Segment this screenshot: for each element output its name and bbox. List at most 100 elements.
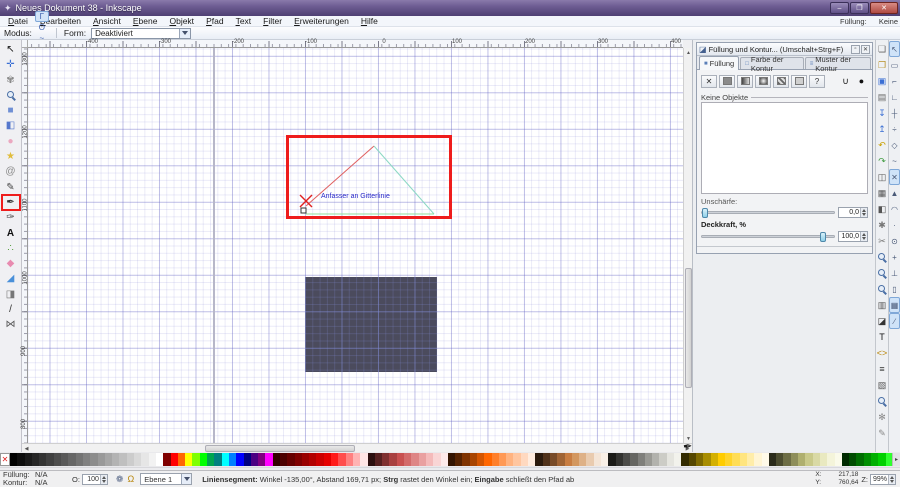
palette-swatch[interactable] bbox=[768, 453, 777, 466]
ellipse-tool-icon[interactable]: ● bbox=[2, 134, 20, 149]
status-style-indicator[interactable]: Füllung: N/A Kontur: N/A bbox=[0, 471, 72, 487]
palette-swatch[interactable] bbox=[17, 453, 25, 466]
palette-swatch[interactable] bbox=[790, 453, 799, 466]
palette-swatch[interactable] bbox=[732, 453, 740, 466]
palette-swatch[interactable] bbox=[659, 453, 667, 466]
snap-text-baseline-icon[interactable]: ⊥ bbox=[889, 265, 900, 281]
snap-paths-icon[interactable]: ~ bbox=[889, 153, 900, 169]
palette-swatch[interactable] bbox=[637, 453, 645, 466]
palette-swatch[interactable] bbox=[666, 453, 675, 466]
palette-swatch[interactable] bbox=[601, 453, 609, 466]
palette-swatch[interactable] bbox=[104, 453, 113, 466]
palette-swatch[interactable] bbox=[331, 453, 339, 466]
palette-swatch[interactable] bbox=[827, 453, 835, 466]
spray-tool-icon[interactable]: ∴ bbox=[2, 241, 20, 256]
palette-swatch[interactable] bbox=[345, 453, 353, 466]
document-properties-icon[interactable]: ▥ bbox=[876, 297, 889, 313]
palette-swatch[interactable] bbox=[352, 453, 361, 466]
palette-swatch[interactable] bbox=[557, 453, 565, 466]
layer-lock-icon[interactable]: Ω bbox=[127, 474, 134, 484]
palette-swatch[interactable] bbox=[338, 453, 346, 466]
unknown-paint-icon[interactable]: ? bbox=[809, 74, 825, 88]
tab-muster-der-kontur[interactable]: ≡ Muster der Kontur bbox=[804, 55, 871, 73]
palette-swatch[interactable] bbox=[404, 453, 412, 466]
snap-page-border-icon[interactable]: ▯ bbox=[889, 281, 900, 297]
blur-spinbox[interactable]: 0,0 bbox=[838, 206, 868, 218]
palette-swatch[interactable] bbox=[155, 453, 164, 466]
zoom-page-icon[interactable] bbox=[876, 281, 889, 297]
palette-swatch[interactable] bbox=[316, 453, 324, 466]
spiro-path-mode-icon[interactable]: ʘ bbox=[35, 22, 49, 33]
preferences-icon[interactable]: ✻ bbox=[876, 409, 889, 425]
horizontal-scroll-thumb[interactable] bbox=[205, 445, 355, 452]
enable-snapping-icon[interactable]: ↖ bbox=[889, 41, 900, 57]
palette-swatch[interactable] bbox=[411, 453, 419, 466]
palette-swatch[interactable] bbox=[630, 453, 638, 466]
palette-swatch[interactable] bbox=[579, 453, 587, 466]
rectangle-tool-icon[interactable]: ■ bbox=[2, 103, 20, 118]
open-document-icon[interactable]: ❐ bbox=[876, 57, 889, 73]
palette-swatch[interactable] bbox=[586, 453, 594, 466]
dropper-tool-icon[interactable]: / bbox=[2, 302, 20, 317]
palette-swatch[interactable] bbox=[119, 453, 127, 466]
spin-arrows-icon[interactable] bbox=[888, 474, 895, 484]
palette-swatch[interactable] bbox=[841, 453, 850, 466]
palette-swatch[interactable] bbox=[75, 453, 83, 466]
snap-bbox-edge-midpoints-icon[interactable]: ┼ bbox=[889, 105, 900, 121]
snap-bbox-icon[interactable]: ▭ bbox=[889, 57, 900, 73]
palette-swatch[interactable] bbox=[477, 453, 485, 466]
close-panel-icon[interactable]: ✕ bbox=[861, 44, 870, 54]
palette-swatch[interactable] bbox=[710, 453, 718, 466]
snap-cusp-nodes-icon[interactable]: ▲ bbox=[889, 185, 900, 201]
palette-swatch[interactable] bbox=[615, 453, 623, 466]
zoom-selection-icon[interactable] bbox=[876, 249, 889, 265]
menu-filter[interactable]: Filter bbox=[257, 16, 288, 26]
palette-swatch[interactable] bbox=[776, 453, 784, 466]
menu-datei[interactable]: Datei bbox=[2, 16, 34, 26]
fill-stroke-dialog-icon[interactable]: ◪ bbox=[876, 313, 889, 329]
palette-swatch[interactable] bbox=[863, 453, 872, 466]
palette-swatch[interactable] bbox=[163, 453, 171, 466]
palette-swatch[interactable] bbox=[812, 453, 820, 466]
palette-swatch[interactable] bbox=[389, 453, 397, 466]
flat-color-icon[interactable] bbox=[719, 74, 735, 88]
palette-swatch[interactable] bbox=[805, 453, 813, 466]
blur-slider[interactable] bbox=[701, 207, 835, 218]
bucket-fill-tool-icon[interactable]: ◢ bbox=[2, 271, 20, 286]
palette-swatch[interactable] bbox=[170, 453, 178, 466]
blur-slider-thumb[interactable] bbox=[702, 207, 708, 218]
eraser-tool-icon[interactable]: ◆ bbox=[2, 256, 20, 271]
shape-combobox[interactable]: Deaktiviert bbox=[91, 27, 192, 39]
connector-tool-icon[interactable]: ⋈ bbox=[2, 317, 20, 332]
text-tool-icon[interactable]: A bbox=[2, 226, 20, 241]
selector-tool-icon[interactable]: ↖ bbox=[2, 42, 20, 57]
palette-none-swatch[interactable]: ✕ bbox=[0, 453, 10, 466]
palette-scroll-right-icon[interactable]: ▸ bbox=[892, 453, 900, 466]
palette-swatch[interactable] bbox=[24, 453, 32, 466]
redo-icon[interactable]: ↷ bbox=[876, 153, 889, 169]
linear-gradient-icon[interactable] bbox=[737, 74, 753, 88]
palette-swatch[interactable] bbox=[294, 453, 302, 466]
opacity-slider-thumb[interactable] bbox=[820, 231, 826, 242]
palette-swatch[interactable] bbox=[608, 453, 616, 466]
palette-swatch[interactable] bbox=[834, 453, 842, 466]
palette-swatch[interactable] bbox=[90, 453, 98, 466]
palette-swatch[interactable] bbox=[10, 453, 18, 466]
palette-swatch[interactable] bbox=[433, 453, 441, 466]
palette-swatch[interactable] bbox=[31, 453, 40, 466]
layers-dialog-icon[interactable]: ▧ bbox=[876, 377, 889, 393]
new-document-icon[interactable]: ❏ bbox=[876, 41, 889, 57]
palette-swatch[interactable] bbox=[754, 453, 762, 466]
palette-swatch[interactable] bbox=[674, 453, 682, 466]
palette-swatch[interactable] bbox=[272, 453, 280, 466]
palette-swatch[interactable] bbox=[528, 453, 536, 466]
palette-swatch[interactable] bbox=[761, 453, 769, 466]
find-icon[interactable] bbox=[876, 393, 889, 409]
palette-swatch[interactable] bbox=[484, 453, 492, 466]
spin-arrows-icon[interactable] bbox=[860, 231, 867, 241]
snap-object-centers-icon[interactable]: ⊙ bbox=[889, 233, 900, 249]
layer-visibility-icon[interactable]: ❁ bbox=[116, 474, 124, 484]
swatch-icon[interactable] bbox=[791, 74, 807, 88]
close-button[interactable]: ✕ bbox=[870, 2, 898, 14]
quick-fill-value[interactable]: Keine bbox=[879, 17, 898, 27]
